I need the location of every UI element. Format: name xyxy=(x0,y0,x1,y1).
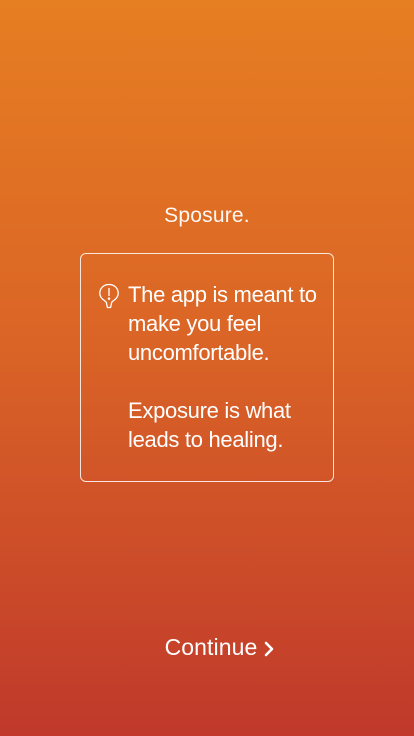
app-title: Sposure. xyxy=(164,204,250,227)
lightbulb-exclamation-icon xyxy=(99,283,119,309)
chevron-right-icon xyxy=(265,641,274,656)
notice-paragraph-2: Exposure is what leads to healing. xyxy=(128,398,291,452)
notice-text: The app is meant to make you feel uncomf… xyxy=(128,280,328,454)
continue-label: Continue xyxy=(164,633,258,660)
notice-paragraph-1: The app is meant to make you feel uncomf… xyxy=(128,282,317,365)
onboarding-screen: Sposure. The app is meant to make you fe… xyxy=(0,0,414,736)
continue-button[interactable]: Continue xyxy=(150,628,290,666)
notice-card: The app is meant to make you feel uncomf… xyxy=(80,253,334,482)
